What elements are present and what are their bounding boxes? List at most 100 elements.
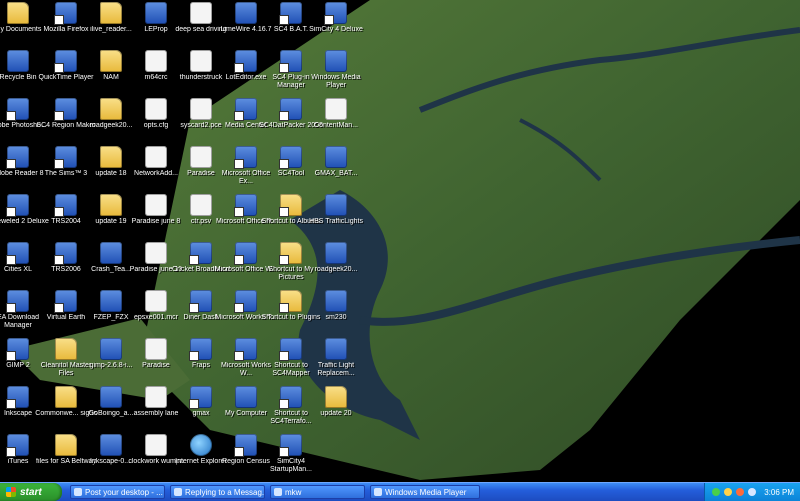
desktop-icon[interactable]: LimeWire 4.16.7 [221, 0, 271, 44]
desktop-icon[interactable]: Internet Explorer [175, 432, 227, 476]
desktop-icon[interactable]: Media Center [222, 96, 270, 140]
desktop-icon[interactable]: GoBoingo_a... [87, 384, 135, 428]
application-icon [234, 434, 257, 457]
tray-icon[interactable] [724, 488, 733, 496]
desktop-icon[interactable]: Microsoft Office P... [216, 192, 276, 236]
tray-icon[interactable] [748, 488, 757, 496]
desktop-icon[interactable]: ContentMan... [312, 96, 360, 140]
desktop-icon[interactable]: Cities XL [0, 240, 42, 284]
desktop-icon[interactable]: files for SA Beltway [36, 432, 96, 476]
desktop-icon[interactable]: Paradise [132, 336, 180, 380]
desktop-icon[interactable]: Recycle Bin [0, 48, 42, 92]
document-icon [145, 290, 167, 312]
desktop-icon[interactable]: roadgeek20... [312, 240, 360, 284]
desktop-icon[interactable]: Shortcut to My Pictures [267, 240, 315, 284]
desktop-icon[interactable]: syscard2.pce [177, 96, 225, 140]
desktop-icon[interactable]: Shortcut to Plugins [262, 288, 320, 332]
application-icon [6, 98, 29, 121]
desktop-icon[interactable]: SimCity4 StartupMan... [267, 432, 315, 476]
application-icon [325, 50, 347, 72]
desktop-icon[interactable]: GMAX_BAT... [312, 144, 360, 188]
desktop-icon[interactable]: NAM [87, 48, 135, 92]
application-icon [279, 98, 302, 121]
media-player-icon [374, 488, 382, 496]
start-button[interactable]: start [0, 483, 62, 501]
desktop-icon[interactable]: gimp-2.6.8-i... [87, 336, 135, 380]
desktop-icon[interactable]: Traffic Light Replacem... [312, 336, 360, 380]
tray-icon[interactable] [736, 488, 745, 496]
taskbar-button-wmp[interactable]: Windows Media Player [370, 485, 480, 499]
desktop-icon[interactable]: ctr.psv [177, 192, 225, 236]
desktop-icon[interactable]: LEProp [132, 0, 180, 44]
desktop[interactable]: My DocumentsMozilla Firefoxilive_reader.… [0, 0, 800, 482]
tray-icon[interactable] [712, 488, 721, 496]
desktop-icon[interactable]: SimCity 4 Deluxe [309, 0, 363, 44]
desktop-icon[interactable]: roadgeek20... [87, 96, 135, 140]
application-icon [279, 2, 302, 25]
desktop-icon[interactable]: ilive_reader... [87, 0, 135, 44]
application-icon [100, 290, 122, 312]
desktop-icon[interactable]: Diner Dash [177, 288, 225, 332]
desktop-icon[interactable]: NetworkAdd... [132, 144, 180, 188]
taskbar-button-mkw[interactable]: mkw [270, 485, 365, 499]
desktop-icon[interactable]: Cleanitol Master Files [41, 336, 91, 380]
desktop-icon[interactable]: SC4DatPacker 2008 [259, 96, 323, 140]
desktop-icon[interactable]: Microsoft Office Ex... [222, 144, 270, 188]
document-icon [145, 386, 167, 408]
document-icon [145, 434, 167, 456]
desktop-icon[interactable]: update 20 [312, 384, 360, 428]
desktop-icon[interactable]: gmax [177, 384, 225, 428]
desktop-icon[interactable]: FZEP_FZX [87, 288, 135, 332]
desktop-icon[interactable]: TRS2004 [42, 192, 90, 236]
desktop-icon[interactable]: HBS TrafficLights [309, 192, 363, 236]
application-icon [6, 434, 29, 457]
firefox-icon [74, 488, 82, 496]
folder-icon [279, 290, 302, 313]
desktop-icon[interactable]: Shortcut to SC4Terrafo... [267, 384, 315, 428]
application-icon [235, 386, 257, 408]
desktop-icon[interactable]: Crash_Tea... [87, 240, 135, 284]
desktop-icon[interactable]: Commonwe... signs [35, 384, 97, 428]
desktop-icon[interactable]: Paradise june 8 [132, 192, 180, 236]
application-icon [234, 338, 257, 361]
desktop-icon[interactable]: EA Download Manager [0, 288, 42, 332]
desktop-icon[interactable]: clockwork wumpa [128, 432, 184, 476]
desktop-icon[interactable]: Microsoft Works T... [215, 288, 277, 332]
desktop-icon[interactable]: SC4 B.A.T. [267, 0, 315, 44]
desktop-icon[interactable]: thunderstruck [177, 48, 225, 92]
desktop-icon[interactable]: opts.cfg [132, 96, 180, 140]
desktop-icon[interactable]: epsxe001.mcr [132, 288, 180, 332]
desktop-icon[interactable]: Adobe Photosho... [0, 96, 47, 140]
desktop-icon[interactable]: Shortcut to Albums [262, 192, 320, 236]
desktop-icon[interactable]: Mozilla Firefox [42, 0, 90, 44]
document-icon [190, 98, 212, 120]
desktop-icon[interactable]: QuickTime Player [39, 48, 93, 92]
desktop-icon[interactable]: Bejeweled 2 Deluxe [0, 192, 49, 236]
desktop-icon[interactable]: Adobe Reader 8 [0, 144, 43, 188]
application-icon [6, 386, 29, 409]
application-icon [54, 194, 77, 217]
desktop-icon[interactable]: TRS2006 [42, 240, 90, 284]
taskbar-button-firefox[interactable]: Post your desktop - ... [70, 485, 165, 499]
desktop-icon[interactable]: Paradise june 13 [130, 240, 182, 284]
desktop-icon[interactable]: Cricket Broadband [172, 240, 230, 284]
desktop-icon[interactable]: SC4 Region Maker [36, 96, 96, 140]
desktop-icon[interactable]: sm230 [312, 288, 360, 332]
desktop-icon[interactable]: Inkscape-0.... [87, 432, 135, 476]
desktop-icon-label: ContentMan... [314, 122, 358, 129]
desktop-icon[interactable]: SC4Tool [267, 144, 315, 188]
desktop-icon[interactable]: Windows Media Player [311, 48, 361, 92]
desktop-icon[interactable]: assembly lane [132, 384, 180, 428]
application-icon [100, 338, 122, 360]
desktop-icon[interactable]: deep sea driving [175, 0, 227, 44]
desktop-icon[interactable]: m64crc [132, 48, 180, 92]
desktop-icon[interactable]: The Sims™ 3 [42, 144, 90, 188]
desktop-icon[interactable]: update 19 [87, 192, 135, 236]
desktop-icon[interactable]: update 18 [87, 144, 135, 188]
desktop-icon[interactable]: Virtual Earth [42, 288, 90, 332]
desktop-icon[interactable]: My Documents [0, 0, 42, 44]
desktop-icon[interactable]: Inkscape [0, 384, 42, 428]
application-icon [6, 338, 29, 361]
desktop-icon[interactable]: iTunes [0, 432, 42, 476]
taskbar-button-reply[interactable]: Replying to a Messag... [170, 485, 265, 499]
